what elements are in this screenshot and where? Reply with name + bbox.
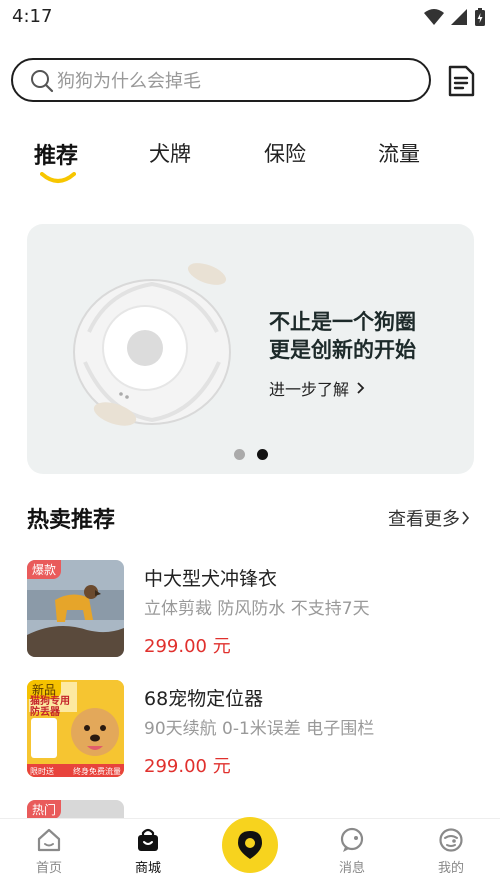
banner-title-line-2: 更是创新的开始 [269,338,416,362]
product-badge: 热门 [27,800,62,818]
search-input[interactable] [57,68,407,94]
search-icon [31,70,54,93]
product-thumbnail: 新品 猫狗专用 防丢器 限时送 终身免费流量 [27,680,124,777]
message-icon [340,827,364,852]
tabbar-label: 我的 [437,861,464,876]
search-box[interactable] [11,58,431,102]
tabbar-label: 消息 [338,861,365,876]
product-name: 中大型犬冲锋衣 [144,568,278,590]
location-pin-icon [238,831,262,859]
bottom-tab-bar: 首页 商城 消息 我的 [0,817,500,889]
search-row [11,58,491,102]
section-title: 热卖推荐 [27,508,116,533]
thumbnail-footer: 限时送 终身免费流量 [27,764,124,777]
banner-pagination [234,449,268,460]
document-icon [448,65,475,97]
wifi-icon [424,9,444,25]
product-thumbnail: 热门 [27,800,124,818]
product-badge: 爆款 [27,560,62,579]
shop-bag-icon [138,828,158,851]
tabbar-messages[interactable]: 消息 [322,827,382,876]
battery-icon [475,8,485,26]
product-price: 299.00 元 [144,756,231,777]
thumbnail-left-tag: 限时送 [30,767,54,776]
tabbar-label: 商城 [134,861,161,876]
status-bar: 4:17 [0,0,500,34]
tab-insurance[interactable]: 保险 [264,138,306,168]
thumbnail-title-line-2: 防丢器 [30,707,60,718]
see-more-link[interactable]: 查看更多 [388,505,470,531]
status-time: 4:17 [12,6,53,27]
chevron-right-icon [357,382,365,394]
tabbar-shop[interactable]: 商城 [118,827,178,876]
tabbar-home[interactable]: 首页 [19,827,79,876]
tabbar-location-button[interactable] [222,817,278,873]
product-description: 立体剪裁 防风防水 不支持7天 [144,599,370,619]
product-name: 68宠物定位器 [144,688,264,710]
product-price: 299.00 元 [144,636,231,657]
product-description: 90天续航 0-1米误差 电子围栏 [144,719,375,739]
category-tabs: 推荐 犬牌 保险 流量 [0,130,500,190]
tab-recommend[interactable]: 推荐 [34,138,78,170]
banner-title-line-1: 不止是一个狗圈 [269,310,416,334]
thumbnail-title-line-1: 猫狗专用 [30,696,70,707]
document-button[interactable] [444,64,478,98]
see-more-label: 查看更多 [388,509,460,530]
tab-dog-tag[interactable]: 犬牌 [149,138,191,168]
home-icon [37,828,61,852]
tab-data-plan[interactable]: 流量 [378,138,420,168]
product-item[interactable]: 热门 [27,800,474,818]
profile-icon [439,828,463,852]
signal-icon [451,9,467,25]
thumbnail-title: 猫狗专用 防丢器 [30,696,70,718]
pagination-dot[interactable] [234,449,245,460]
status-icons [424,7,486,27]
tabbar-label: 首页 [35,861,62,876]
product-thumbnail: 爆款 [27,560,124,657]
tabbar-profile[interactable]: 我的 [421,827,481,876]
pagination-dot-active[interactable] [257,449,268,460]
product-item[interactable]: 爆款 中大型犬冲锋衣 立体剪裁 防风防水 不支持7天 299.00 元 [27,560,474,658]
chevron-right-icon [462,511,470,525]
hot-picks-header: 热卖推荐 查看更多 [27,500,474,536]
product-item[interactable]: 新品 猫狗专用 防丢器 限时送 终身免费流量 68宠物定位器 90天续航 0-1… [27,680,474,778]
banner-title: 不止是一个狗圈 更是创新的开始 [269,308,416,364]
tab-active-indicator [40,172,76,183]
banner-learn-more-link[interactable]: 进一步了解 [269,376,365,400]
thumbnail-right-tag: 终身免费流量 [73,767,121,776]
banner-link-label: 进一步了解 [269,380,350,399]
promo-banner[interactable]: 不止是一个狗圈 更是创新的开始 进一步了解 [27,224,474,474]
pet-tracker-device-image [73,263,231,426]
